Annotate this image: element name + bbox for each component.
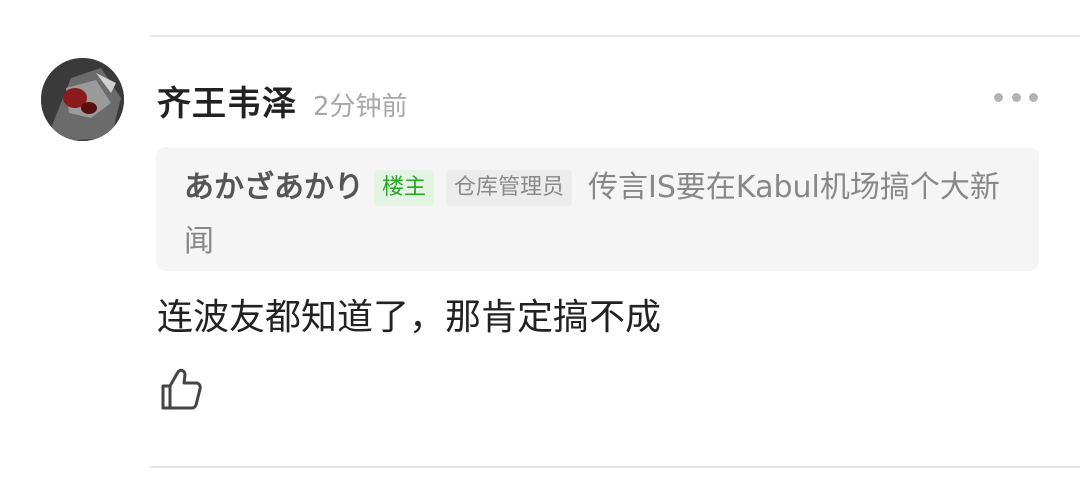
quote-author[interactable]: あかざあかり (184, 170, 364, 205)
timestamp: 2分钟前 (313, 92, 408, 122)
quoted-reply[interactable]: あかざあかり 楼主 仓库管理员 传言IS要在Kabul机场搞个大新闻 (156, 147, 1039, 271)
more-options-button[interactable] (994, 88, 1038, 106)
role-badge: 仓库管理员 (446, 170, 573, 206)
comment-header: 齐王韦泽 2分钟前 (157, 76, 408, 125)
owner-badge: 楼主 (374, 170, 435, 206)
avatar-image (41, 58, 124, 141)
comment-text: 连波友都知道了，那肯定搞不成 (157, 297, 662, 338)
like-button[interactable] (159, 366, 205, 412)
more-horizontal-icon (994, 92, 1003, 102)
bottom-divider (150, 466, 1080, 468)
username[interactable]: 齐王韦泽 (157, 76, 297, 125)
thumbs-up-icon (161, 368, 202, 410)
avatar[interactable] (41, 58, 124, 141)
top-divider (150, 35, 1080, 37)
